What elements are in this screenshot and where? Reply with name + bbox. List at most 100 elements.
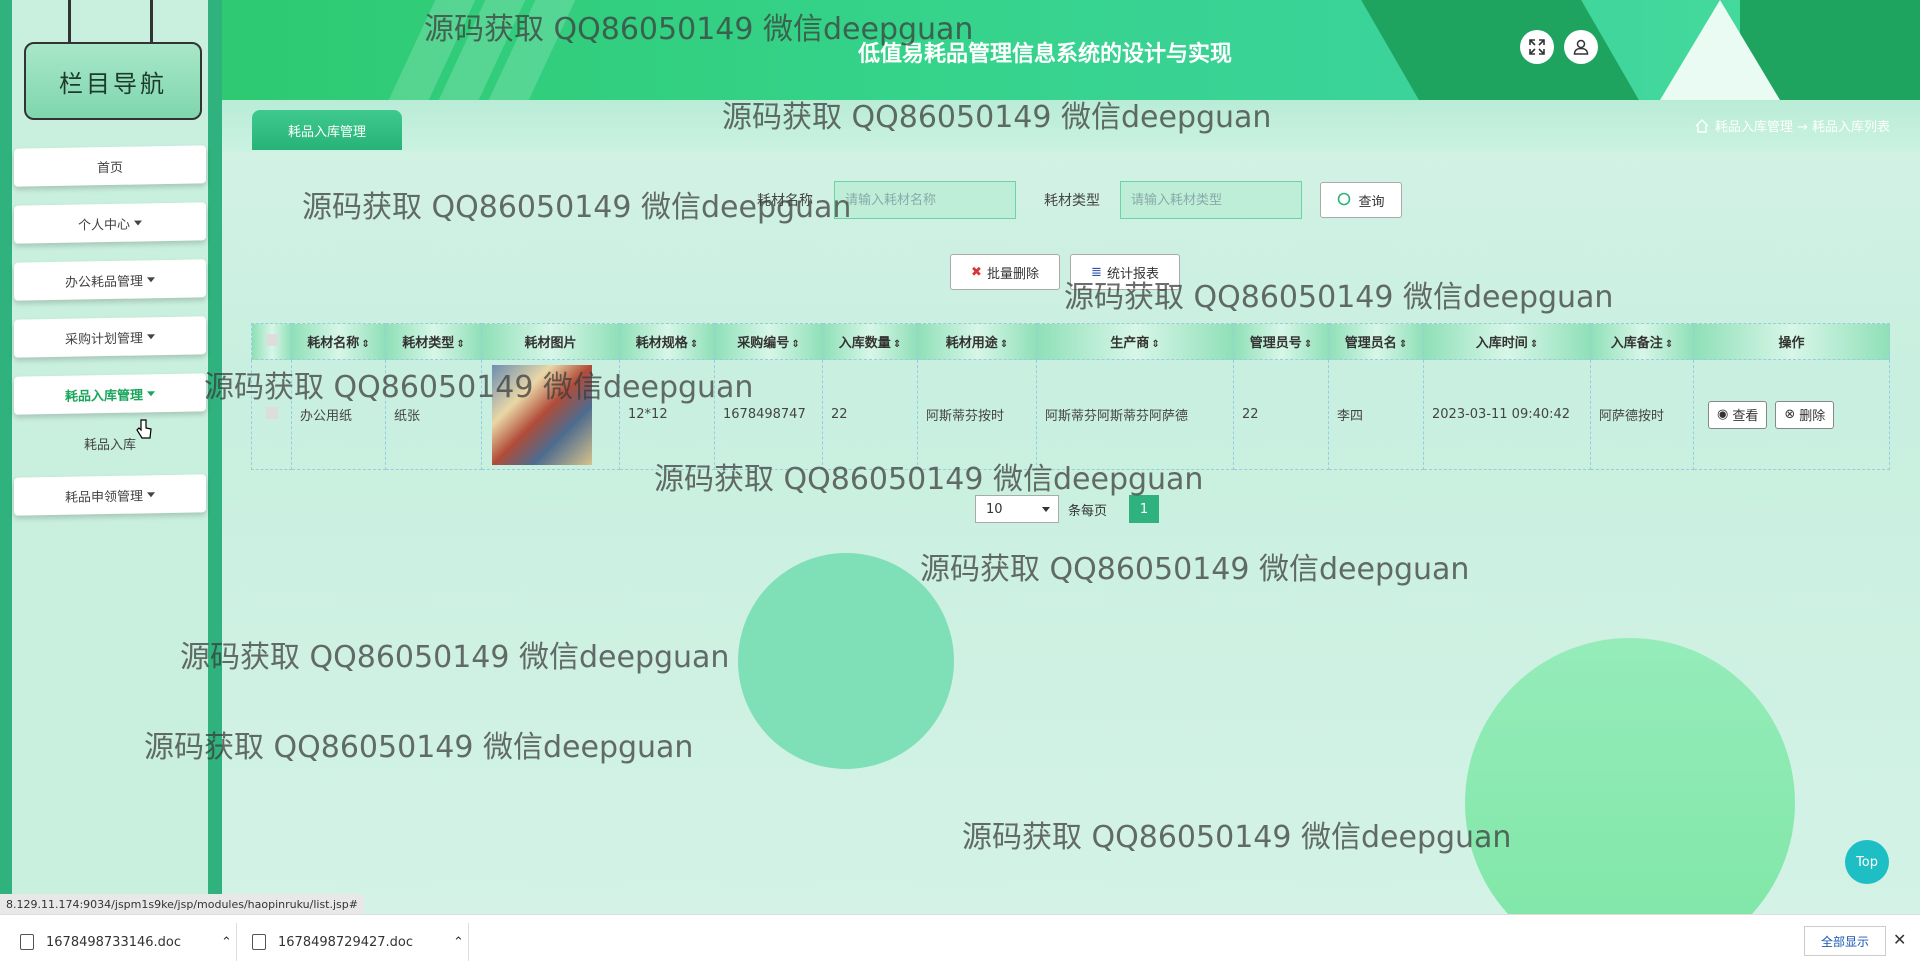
column-label: 耗材图片 xyxy=(524,336,577,351)
column-header[interactable]: 耗材规格 ⇕ xyxy=(619,323,715,360)
select-all-checkbox[interactable] xyxy=(265,333,278,346)
watermark: 源码获取 QQ86050149 微信deepguan xyxy=(180,640,730,675)
close-icon[interactable]: ✕ xyxy=(1893,930,1906,949)
column-header[interactable]: 管理员名 ⇕ xyxy=(1328,323,1424,360)
sidebar-item-label: 耗品入库管理 xyxy=(64,387,143,405)
column-label: 耗材类型 xyxy=(402,336,455,351)
column-label: 入库时间 xyxy=(1475,336,1528,351)
batch-delete-button[interactable]: ✖ 批量删除 xyxy=(950,254,1060,290)
cell-purpose: 阿斯蒂芬按时 xyxy=(917,359,1037,470)
page-number-current[interactable]: 1 xyxy=(1129,495,1159,523)
material-type-label: 耗材类型 xyxy=(1044,193,1100,209)
sort-icon: ⇕ xyxy=(1398,339,1408,350)
sidebar-item-label: 办公耗品管理 xyxy=(64,273,143,291)
sort-icon: ⇕ xyxy=(999,339,1009,350)
column-label: 入库备注 xyxy=(1610,336,1663,351)
delete-button[interactable]: ⊗ 删除 xyxy=(1775,400,1835,429)
document-icon xyxy=(20,934,34,950)
sign-rope xyxy=(68,0,71,44)
query-button-label: 查询 xyxy=(1358,194,1385,210)
download-bar: 1678498733146.doc ⌃ 1678498729427.doc ⌃ xyxy=(0,914,1920,968)
download-item[interactable]: 1678498733146.doc ⌃ xyxy=(20,915,232,968)
eye-icon: ◉ xyxy=(1717,407,1729,422)
sort-icon: ⇕ xyxy=(689,339,699,350)
cell-admin-no: 22 xyxy=(1233,359,1329,470)
column-header: 耗材图片 xyxy=(481,323,620,360)
cell-actions: ◉ 查看 ⊗ 删除 xyxy=(1693,359,1890,470)
download-item[interactable]: 1678498729427.doc ⌃ xyxy=(252,915,464,968)
chevron-up-icon[interactable]: ⌃ xyxy=(221,935,232,950)
sort-icon: ⇕ xyxy=(361,339,370,350)
caret-down-icon xyxy=(134,219,142,226)
sort-icon: ⇕ xyxy=(1303,339,1313,350)
fullscreen-icon[interactable] xyxy=(1520,30,1554,64)
column-header[interactable]: 耗材名称 ⇕ xyxy=(291,323,386,360)
close-circle-icon: ⊗ xyxy=(1784,407,1796,422)
caret-down-icon xyxy=(147,333,155,339)
chevron-up-icon[interactable]: ⌃ xyxy=(453,935,464,950)
tab-label: 耗品入库管理 xyxy=(287,124,366,140)
column-label: 耗材用途 xyxy=(945,336,998,351)
caret-down-icon xyxy=(147,390,155,396)
column-header[interactable]: 生产商 ⇕ xyxy=(1036,323,1234,360)
user-icon[interactable] xyxy=(1564,30,1598,64)
column-header[interactable]: 耗材类型 ⇕ xyxy=(385,323,482,360)
watermark: 源码获取 QQ86050149 微信deepguan xyxy=(424,12,974,47)
per-page-label: 条每页 xyxy=(1068,504,1108,519)
caret-down-icon xyxy=(147,276,155,282)
sidebar-subitem-stock-in[interactable]: 耗品入库 xyxy=(14,434,206,453)
page-size-value: 10 xyxy=(986,501,1003,517)
column-header[interactable]: 入库备注 ⇕ xyxy=(1590,323,1694,360)
header-decoration xyxy=(1660,0,1780,100)
column-label: 管理员名 xyxy=(1344,336,1397,351)
nav-title-sign: 栏目导航 xyxy=(24,42,202,120)
watermark: 源码获取 QQ86050149 微信deepguan xyxy=(920,552,1470,587)
sidebar-item-office-supplies[interactable]: 办公耗品管理 xyxy=(14,259,206,301)
download-filename: 1678498729427.doc xyxy=(278,934,414,950)
delete-label: 删除 xyxy=(1799,409,1826,424)
cell-manufacturer: 阿斯蒂芬阿斯蒂芬阿萨德 xyxy=(1036,359,1234,470)
sidebar-item-label: 个人中心 xyxy=(77,217,130,234)
sign-rope xyxy=(150,0,153,44)
sort-icon: ⇕ xyxy=(791,339,800,350)
column-label: 采购编号 xyxy=(737,336,790,351)
column-label: 耗材规格 xyxy=(635,336,688,351)
column-header[interactable]: 采购编号 ⇕ xyxy=(714,323,823,360)
show-all-button[interactable]: 全部显示 xyxy=(1804,926,1886,956)
home-icon[interactable] xyxy=(1695,118,1709,133)
material-name-input[interactable] xyxy=(834,181,1016,219)
sidebar-item-label: 采购计划管理 xyxy=(64,330,143,348)
row-checkbox[interactable] xyxy=(265,406,278,419)
watermark: 源码获取 QQ86050149 微信deepguan xyxy=(722,100,1272,135)
view-button[interactable]: ◉ 查看 xyxy=(1708,400,1768,429)
column-label: 生产商 xyxy=(1110,336,1150,351)
watermark: 源码获取 QQ86050149 微信deepguan xyxy=(654,462,1204,497)
sort-icon: ⇕ xyxy=(1664,339,1674,350)
view-label: 查看 xyxy=(1732,409,1759,424)
select-all-header[interactable] xyxy=(251,323,292,360)
back-to-top-button[interactable]: Top xyxy=(1845,840,1889,884)
sort-icon: ⇕ xyxy=(892,339,902,350)
column-header[interactable]: 耗材用途 ⇕ xyxy=(917,323,1037,360)
column-header[interactable]: 入库时间 ⇕ xyxy=(1423,323,1591,360)
watermark: 源码获取 QQ86050149 微信deepguan xyxy=(1064,280,1614,315)
column-label: 管理员号 xyxy=(1249,336,1302,351)
material-type-input[interactable] xyxy=(1120,181,1302,219)
sidebar-item-personal-center[interactable]: 个人中心 xyxy=(14,202,206,244)
divider xyxy=(236,923,237,961)
sort-icon: ⇕ xyxy=(456,339,465,350)
cell-admin-name: 李四 xyxy=(1328,359,1424,470)
sidebar-item-stock-in[interactable]: 耗品入库管理 xyxy=(14,373,206,415)
sidebar-subitem-label: 耗品入库 xyxy=(83,438,136,453)
sidebar-item-requisition[interactable]: 耗品申领管理 xyxy=(14,474,206,516)
sidebar-item-purchase-plan[interactable]: 采购计划管理 xyxy=(14,316,206,358)
sidebar-item-home[interactable]: 首页 xyxy=(14,145,206,187)
tab-stock-in-management[interactable]: 耗品入库管理 xyxy=(252,110,402,150)
column-header[interactable]: 入库数量 ⇕ xyxy=(822,323,918,360)
sort-icon: ⇕ xyxy=(1151,339,1160,350)
breadcrumb: 耗品入库管理 → 耗品入库列表 xyxy=(1695,116,1890,135)
batch-delete-label: 批量删除 xyxy=(986,266,1039,282)
page-size-select[interactable]: 10 xyxy=(975,495,1059,523)
query-button[interactable]: 查询 xyxy=(1320,182,1402,218)
column-header[interactable]: 管理员号 ⇕ xyxy=(1233,323,1329,360)
